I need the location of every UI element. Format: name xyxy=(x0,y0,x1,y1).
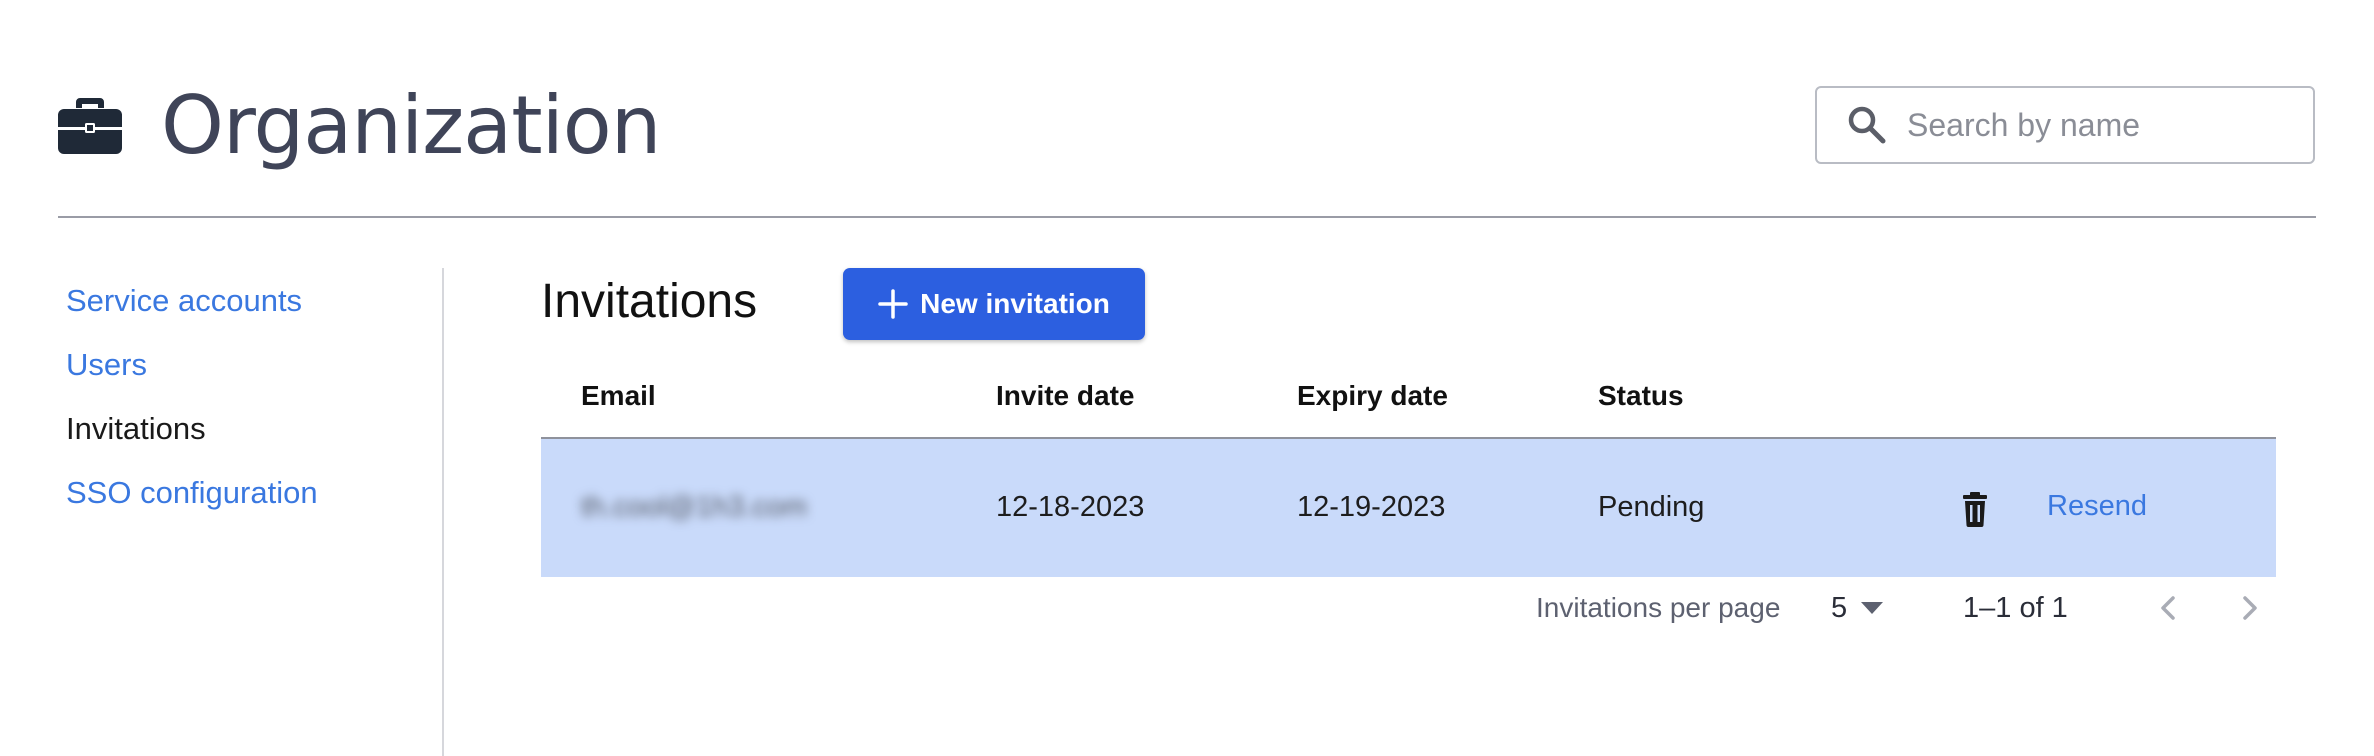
pagination: Invitations per page 5 1–1 of 1 xyxy=(541,578,2276,638)
delete-invitation-button[interactable] xyxy=(1955,489,1995,529)
pagination-range: 1–1 of 1 xyxy=(1963,592,2068,624)
rows-per-page-select[interactable]: 5 xyxy=(1831,584,1884,632)
next-page-button[interactable] xyxy=(2231,590,2267,626)
sidebar-item-service-accounts[interactable]: Service accounts xyxy=(66,281,302,321)
sidebar: Service accounts Users Invitations SSO c… xyxy=(58,268,444,756)
sidebar-item-invitations[interactable]: Invitations xyxy=(66,409,206,449)
table-row: th.cool@1h3.com 12-18-2023 12-19-2023 Pe… xyxy=(541,439,2276,577)
sidebar-item-users[interactable]: Users xyxy=(66,345,147,385)
search-box[interactable] xyxy=(1815,86,2315,164)
chevron-left-icon xyxy=(2161,596,2175,620)
page-header: Organization xyxy=(58,0,2316,218)
page-title: Organization xyxy=(161,79,661,172)
table-header: Email Invite date Expiry date Status xyxy=(541,358,2276,439)
invite-date-cell: 12-18-2023 xyxy=(996,491,1145,523)
rows-per-page-label: Invitations per page xyxy=(1536,592,1781,623)
caret-down-icon xyxy=(1861,602,1884,614)
previous-page-button[interactable] xyxy=(2151,590,2187,626)
section-title: Invitations xyxy=(541,275,758,328)
sidebar-item-sso-configuration[interactable]: SSO configuration xyxy=(66,473,318,513)
resend-link[interactable]: Resend xyxy=(2047,486,2147,526)
column-header-email: Email xyxy=(581,380,656,411)
column-header-expiry-date: Expiry date xyxy=(1297,380,1448,411)
email-cell: th.cool@1h3.com xyxy=(581,491,808,523)
new-invitation-label: New invitation xyxy=(920,288,1110,319)
invitations-table: Email Invite date Expiry date Status th.… xyxy=(541,358,2276,577)
trash-icon xyxy=(1963,492,1987,527)
plus-icon xyxy=(878,289,908,319)
search-input[interactable] xyxy=(1905,94,2289,156)
column-header-invite-date: Invite date xyxy=(996,380,1135,411)
chevron-right-icon xyxy=(2243,596,2257,620)
column-header-status: Status xyxy=(1598,380,1684,411)
status-cell: Pending xyxy=(1598,491,1705,523)
expiry-date-cell: 12-19-2023 xyxy=(1297,491,1446,523)
new-invitation-button[interactable]: New invitation xyxy=(843,268,1145,340)
search-icon xyxy=(1848,106,1886,144)
rows-per-page-value: 5 xyxy=(1831,591,1848,624)
briefcase-icon xyxy=(58,98,122,154)
